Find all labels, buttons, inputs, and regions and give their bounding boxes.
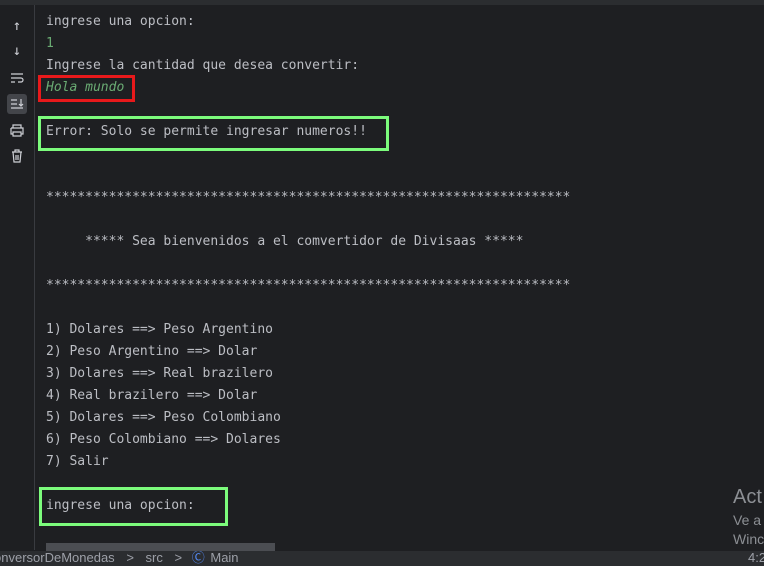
trash-icon[interactable] — [7, 146, 27, 166]
watermark-title: Act — [733, 486, 762, 508]
cursor-position[interactable]: 4:2 — [748, 551, 764, 566]
console-toolbar: ↑ ↓ — [0, 5, 35, 550]
console-output-line: ****************************************… — [46, 278, 571, 293]
console-output-line: 3) Dolares ==> Real brazilero — [46, 366, 273, 381]
scroll-to-end-icon[interactable] — [7, 94, 27, 114]
breadcrumb-file[interactable]: Main — [210, 551, 238, 566]
breadcrumb-folder[interactable]: src — [146, 551, 163, 566]
console-output-line: 1) Dolares ==> Peso Argentino — [46, 322, 273, 337]
highlight-box-input — [38, 75, 135, 102]
console-input-line: Hola mundo — [46, 80, 125, 95]
breadcrumb-separator: > — [126, 551, 134, 565]
console-output-line: 2) Peso Argentino ==> Dolar — [46, 344, 258, 359]
breadcrumb-separator: > — [174, 551, 183, 565]
print-icon[interactable] — [7, 120, 27, 140]
status-bar: onversorDeMonedas > src > Ⓒ Main 4:2 — [0, 551, 764, 566]
console-output-line: 6) Peso Colombiano ==> Dolares — [46, 432, 281, 447]
console-output-line: ****************************************… — [46, 190, 571, 205]
class-icon: Ⓒ — [191, 551, 205, 565]
top-bar — [0, 0, 764, 5]
console-output-line: ***** Sea bienvenidos a el comvertidor d… — [46, 234, 524, 249]
console-output[interactable]: ingrese una opcion: 1 Ingrese la cantidad … — [46, 11, 764, 517]
breadcrumb-project[interactable]: onversorDeMonedas — [0, 551, 115, 566]
console-output-line: 7) Salir — [46, 454, 109, 469]
console-output-line: 5) Dolares ==> Peso Colombiano — [46, 410, 281, 425]
horizontal-scrollbar[interactable] — [46, 543, 275, 551]
watermark-line: Ve a — [733, 512, 762, 528]
arrow-up-icon[interactable]: ↑ — [7, 16, 27, 36]
arrow-down-icon[interactable]: ↓ — [7, 41, 27, 61]
highlight-box-prompt — [39, 487, 228, 526]
console-output-line: ingrese una opcion: — [46, 14, 195, 29]
console-output-line: 4) Real brazilero ==> Dolar — [46, 388, 258, 403]
watermark-line: Winc — [733, 531, 764, 547]
highlight-box-error — [38, 116, 389, 151]
soft-wrap-icon[interactable] — [7, 68, 27, 88]
console-input-line: 1 — [46, 36, 54, 51]
console-output-line: Ingrese la cantidad que desea convertir: — [46, 58, 360, 73]
